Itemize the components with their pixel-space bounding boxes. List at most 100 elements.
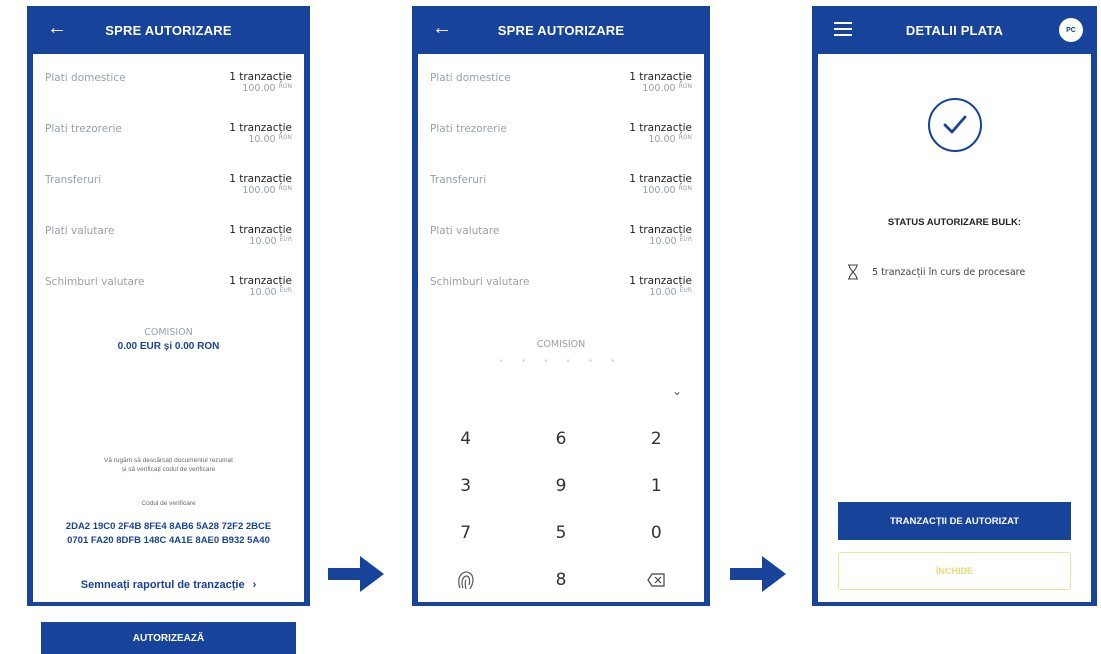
row-count: 1 tranzacție xyxy=(629,71,692,83)
screen-authorize-pin: ← SPRE AUTORIZARE Plati domestice 1 tran… xyxy=(412,6,710,606)
commission-block: COMISION 0.00 EUR și 0.00 RON xyxy=(33,327,304,352)
row-currency: RON xyxy=(278,134,292,141)
pin-input[interactable]: • • • • • • xyxy=(418,356,704,367)
list-item: Transferuri 1 tranzacție 100.00 RON xyxy=(430,164,692,215)
row-amount: 100.00 xyxy=(242,185,276,196)
row-currency: EUR xyxy=(679,236,692,243)
row-amount: 10.00 xyxy=(649,236,677,247)
list-item: Plati valutare 1 tranzacție 10.00 EUR xyxy=(430,215,692,266)
row-label: Plati valutare xyxy=(430,225,500,237)
code-line: 0701 FA20 8DFB 148C 4A1E 8AE0 B932 5A40 xyxy=(67,535,270,546)
close-button[interactable]: ÎNCHIDE xyxy=(838,552,1071,590)
key-digit[interactable]: 2 xyxy=(609,416,704,463)
arrow-right-icon xyxy=(328,556,384,592)
content: STATUS AUTORIZARE BULK: 5 tranzacții în … xyxy=(818,54,1091,602)
commission-block: COMISION xyxy=(418,339,704,350)
backspace-icon[interactable] xyxy=(609,557,704,604)
list-item: Plati trezorerie 1 tranzacție 10.00 RON xyxy=(45,113,292,164)
list-item: Plati valutare 1 tranzacție 10.00 EUR xyxy=(45,215,292,266)
content: Plati domestice 1 tranzacție 100.00 RON … xyxy=(418,54,704,602)
row-label: Plati domestice xyxy=(45,72,126,84)
arrow-right-icon xyxy=(730,556,786,592)
check-circle-icon xyxy=(927,98,982,152)
row-count: 1 tranzacție xyxy=(629,122,692,134)
row-label: Transferuri xyxy=(430,174,487,186)
sign-report-label: Semneați raportul de tranzacție xyxy=(80,579,245,591)
fingerprint-icon[interactable] xyxy=(418,557,513,604)
row-currency: EUR xyxy=(279,236,292,243)
row-amount: 100.00 xyxy=(242,83,276,94)
authorize-button[interactable]: AUTORIZEAZĂ xyxy=(41,622,296,654)
key-digit[interactable]: 5 xyxy=(513,510,608,557)
list-item: Plati domestice 1 tranzacție 100.00 RON xyxy=(45,62,292,113)
key-digit[interactable]: 7 xyxy=(418,510,513,557)
row-currency: RON xyxy=(678,134,692,141)
key-digit[interactable]: 0 xyxy=(609,510,704,557)
row-amount: 10.00 xyxy=(249,236,277,247)
row-count: 1 tranzacție xyxy=(629,224,692,236)
numeric-keypad: 4 6 2 3 9 1 7 5 0 8 xyxy=(418,416,704,604)
status-item: 5 tranzacții în curs de procesare xyxy=(846,264,1025,280)
chevron-down-icon[interactable]: ⌄ xyxy=(672,384,682,398)
row-count: 1 tranzacție xyxy=(629,275,692,287)
list-item: Plati domestice 1 tranzacție 100.00 RON xyxy=(430,62,692,113)
list-item: Plati trezorerie 1 tranzacție 10.00 RON xyxy=(430,113,692,164)
transaction-list: Plati domestice 1 tranzacție 100.00 RON … xyxy=(418,54,704,317)
page-title: SPRE AUTORIZARE xyxy=(497,22,625,38)
row-currency: RON xyxy=(278,185,292,192)
note-line: Vă rugăm să descărcați documentul rezuma… xyxy=(104,457,233,464)
commission-label: COMISION xyxy=(144,327,193,338)
row-count: 1 tranzacție xyxy=(229,71,292,83)
row-label: Plati domestice xyxy=(430,72,511,84)
list-item: Transferuri 1 tranzacție 100.00 RON xyxy=(45,164,292,215)
list-item: Schimburi valutare 1 tranzacție 10.00 EU… xyxy=(45,266,292,317)
hourglass-icon xyxy=(848,264,858,280)
page-title: DETALII PLATA xyxy=(905,22,1004,38)
row-currency: RON xyxy=(678,83,692,90)
row-count: 1 tranzacție xyxy=(229,275,292,287)
download-note: Vă rugăm să descărcați documentul rezuma… xyxy=(43,456,294,474)
key-digit[interactable]: 9 xyxy=(513,463,608,510)
screen-authorize-summary: ← SPRE AUTORIZARE Plati domestice 1 tran… xyxy=(27,6,310,654)
row-currency: EUR xyxy=(279,287,292,294)
row-count: 1 tranzacție xyxy=(229,224,292,236)
row-amount: 10.00 xyxy=(248,134,276,145)
verification-code-label: Codul de verificare xyxy=(141,500,196,507)
screen-payment-details: DETALII PLATA PC STATUS AUTORIZARE BULK:… xyxy=(812,6,1097,606)
code-line: 2DA2 19C0 2F4B 8FE4 8AB6 5A28 72F2 2BCE xyxy=(65,521,272,532)
row-amount: 100.00 xyxy=(642,83,676,94)
row-currency: EUR xyxy=(679,287,692,294)
row-label: Plati trezorerie xyxy=(45,123,122,135)
row-label: Plati valutare xyxy=(45,225,115,237)
row-label: Transferuri xyxy=(45,174,102,186)
key-digit[interactable]: 3 xyxy=(418,463,513,510)
commission-label: COMISION xyxy=(536,339,586,350)
row-amount: 10.00 xyxy=(648,134,676,145)
row-amount: 10.00 xyxy=(249,287,277,298)
page-title: SPRE AUTORIZARE xyxy=(105,22,232,38)
top-bar: ← SPRE AUTORIZARE xyxy=(418,6,704,54)
key-digit[interactable]: 6 xyxy=(513,416,608,463)
sign-report-link[interactable]: Semneați raportul de tranzacție › xyxy=(33,579,304,591)
key-digit[interactable]: 1 xyxy=(609,463,704,510)
key-digit[interactable]: 8 xyxy=(513,557,608,604)
avatar[interactable]: PC xyxy=(1059,18,1083,42)
row-amount: 100.00 xyxy=(642,185,676,196)
row-label: Schimburi valutare xyxy=(430,276,530,288)
row-amount: 10.00 xyxy=(649,287,677,298)
transactions-to-authorize-button[interactable]: TRANZACȚII DE AUTORIZAT xyxy=(838,502,1071,540)
status-text: 5 tranzacții în curs de procesare xyxy=(872,266,1026,278)
key-digit[interactable]: 4 xyxy=(418,416,513,463)
row-label: Plati trezorerie xyxy=(430,123,507,135)
row-count: 1 tranzacție xyxy=(229,122,292,134)
row-currency: RON xyxy=(678,185,692,192)
row-count: 1 tranzacție xyxy=(629,173,692,185)
transaction-list: Plati domestice 1 tranzacție 100.00 RON … xyxy=(33,54,304,317)
note-line: și să verificați codul de verificare xyxy=(121,466,216,473)
content: Plati domestice 1 tranzacție 100.00 RON … xyxy=(33,54,304,654)
status-title: STATUS AUTORIZARE BULK: xyxy=(887,217,1022,228)
chevron-right-icon: › xyxy=(252,579,257,591)
list-item: Schimburi valutare 1 tranzacție 10.00 EU… xyxy=(430,266,692,317)
row-currency: RON xyxy=(278,83,292,90)
verification-code: 2DA2 19C0 2F4B 8FE4 8AB6 5A28 72F2 2BCE … xyxy=(33,520,304,548)
